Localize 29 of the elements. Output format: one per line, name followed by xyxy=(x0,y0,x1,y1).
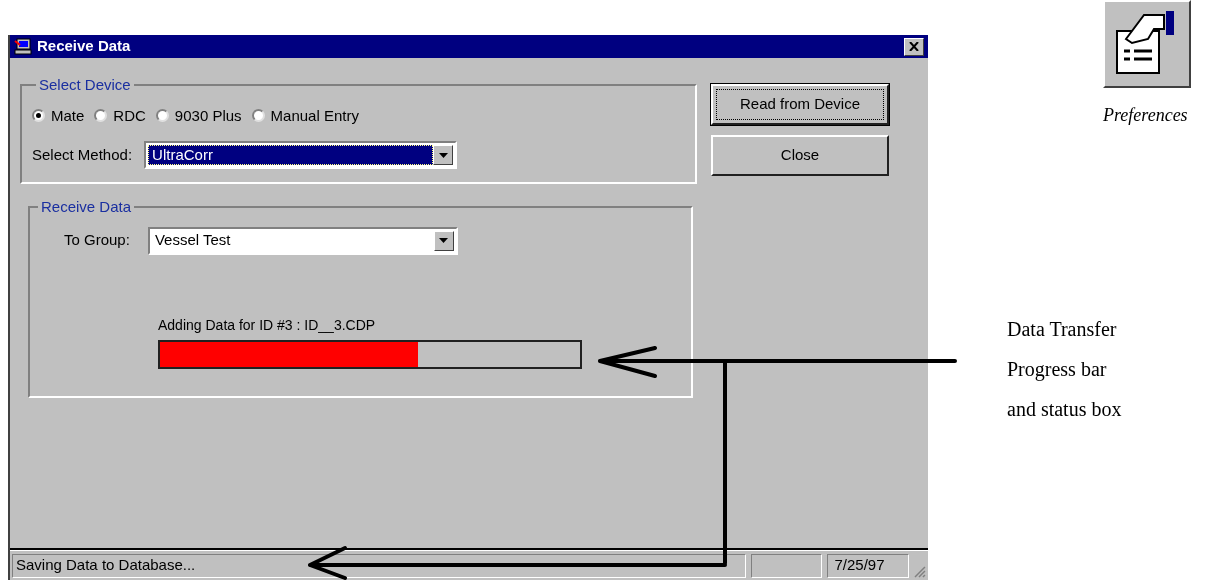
preferences-label: Preferences xyxy=(1103,104,1189,127)
dropdown-caret-button[interactable] xyxy=(433,230,454,251)
device-radio[interactable]: RDC xyxy=(94,104,146,127)
status-date: 7/25/97 xyxy=(827,553,910,578)
dropdown-field[interactable]: Vessel Test xyxy=(147,226,458,255)
dropdown-caret-button[interactable] xyxy=(433,145,454,165)
dropdown-value: Vessel Test xyxy=(153,230,232,251)
group-legend: Select Device xyxy=(36,74,134,97)
device-radio[interactable]: 9030 Plus xyxy=(155,104,242,127)
annotation-text: Data Transfer Progress bar and status box xyxy=(1007,317,1123,422)
close-icon xyxy=(909,42,919,51)
dropdown-value: UltraCorr xyxy=(148,145,434,165)
method-label: Select Method: xyxy=(32,144,133,165)
preferences-icon[interactable] xyxy=(1103,0,1191,88)
caret-icon xyxy=(438,152,448,158)
dialog-button[interactable]: Read from Device xyxy=(711,84,889,125)
group-legend: Receive Data xyxy=(38,196,135,219)
resize-grip-icon xyxy=(914,566,926,578)
status-message: Saving Data to Database... xyxy=(12,553,746,578)
computer-icon xyxy=(14,38,32,55)
device-radio[interactable]: Manual Entry xyxy=(251,104,359,127)
dropdown-field[interactable]: UltraCorr xyxy=(144,141,458,169)
caret-icon xyxy=(439,238,449,243)
device-radio[interactable]: Mate xyxy=(32,104,85,127)
dialog-button[interactable]: Close xyxy=(711,135,889,176)
group-label: To Group: xyxy=(64,230,130,251)
progress-status-text: Adding Data for ID #3 : ID__3.CDP xyxy=(158,315,377,335)
close-button[interactable] xyxy=(904,37,924,56)
window-title: Receive Data xyxy=(37,36,132,57)
